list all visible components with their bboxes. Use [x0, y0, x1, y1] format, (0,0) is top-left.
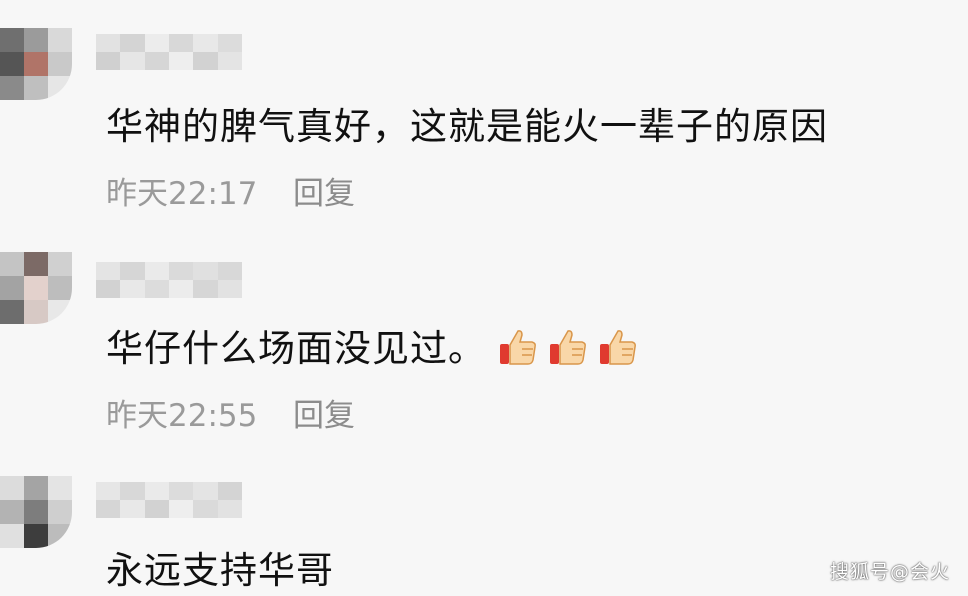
avatar[interactable] [0, 28, 72, 100]
comment-meta: 昨天22:17 回复 [106, 168, 355, 213]
thumbs-up-icon [550, 330, 586, 365]
thumbs-up-icon [500, 330, 536, 365]
comment-meta: 昨天22:55 回复 [106, 390, 355, 435]
avatar[interactable] [0, 476, 72, 548]
comment-text-row: 华仔什么场面没见过。 [106, 318, 638, 372]
comment-text: 华仔什么场面没见过。 [106, 327, 486, 370]
comment-time: 昨天22:17 [106, 176, 258, 212]
avatar[interactable] [0, 252, 72, 324]
emoji-group [498, 327, 638, 367]
thumbs-up-icon [600, 330, 636, 365]
comment-text: 永远支持华哥 [106, 549, 334, 592]
reply-button[interactable]: 回复 [293, 390, 355, 435]
username-blurred[interactable] [96, 262, 242, 298]
comment-text: 华神的脾气真好，这就是能火一辈子的原因 [106, 105, 828, 148]
username-blurred[interactable] [96, 34, 242, 70]
comment-time: 昨天22:55 [106, 398, 258, 434]
username-blurred[interactable] [96, 482, 242, 518]
reply-button[interactable]: 回复 [293, 168, 355, 213]
watermark: 搜狐号@会火 [829, 561, 950, 583]
